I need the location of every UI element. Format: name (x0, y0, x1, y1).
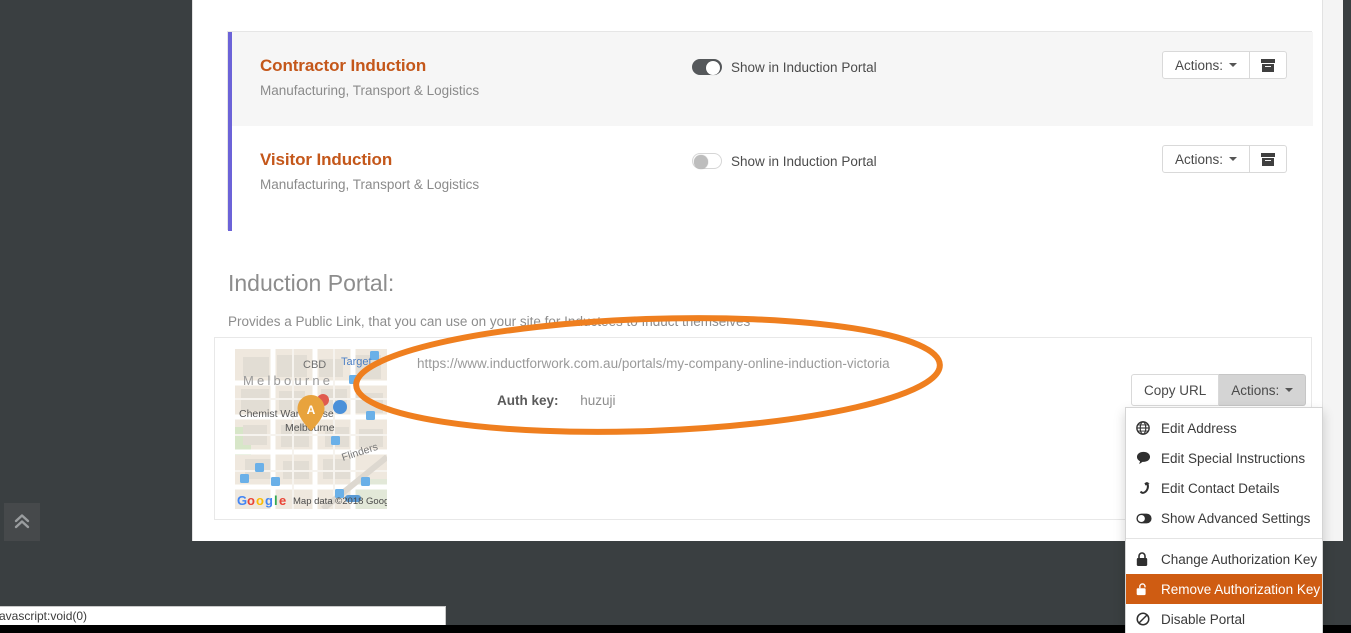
copy-url-button[interactable]: Copy URL (1131, 374, 1220, 406)
menu-divider (1126, 538, 1322, 539)
induction-row[interactable]: Visitor Induction Manufacturing, Transpo… (232, 126, 1313, 231)
menu-item-edit-contact-details[interactable]: Edit Contact Details (1126, 473, 1322, 503)
map-label-cbd: CBD (303, 359, 326, 371)
copy-url-label: Copy URL (1144, 382, 1207, 398)
actions-button[interactable]: Actions: (1161, 51, 1250, 79)
menu-item-disable-portal[interactable]: Disable Portal (1126, 604, 1322, 633)
svg-text:e: e (279, 493, 286, 508)
actions-button-label: Actions: (1174, 151, 1223, 167)
show-in-portal-toggle[interactable] (692, 153, 722, 169)
auth-key-label: Auth key: (497, 393, 559, 408)
portal-actions-label: Actions: (1231, 382, 1280, 398)
induction-subtitle: Manufacturing, Transport & Logistics (260, 83, 480, 98)
induction-subtitle: Manufacturing, Transport & Logistics (260, 177, 480, 192)
portal-actions-dropdown: Edit Address Edit Special Instructions E… (1125, 407, 1323, 633)
induction-portal-heading: Induction Portal: (228, 270, 395, 296)
menu-item-edit-special-instructions[interactable]: Edit Special Instructions (1126, 443, 1322, 473)
chevron-down-icon (1229, 157, 1237, 161)
svg-text:o: o (256, 493, 264, 508)
induction-toggle-group[interactable]: Show in Induction Portal (692, 126, 877, 169)
actions-button-group: Actions: (1161, 145, 1287, 173)
auth-key-row: Auth key: huzuji (497, 393, 616, 408)
ban-icon (1136, 611, 1156, 627)
portal-actions-button[interactable]: Actions: (1219, 374, 1307, 406)
browser-status-bar: avascript:void(0) (0, 606, 446, 625)
lock-closed-icon (1136, 551, 1156, 567)
show-in-portal-toggle[interactable] (692, 59, 722, 75)
induction-title[interactable]: Visitor Induction (260, 150, 662, 170)
toggle-knob (706, 61, 720, 75)
screenshot-root: Contractor Induction Manufacturing, Tran… (0, 0, 1351, 633)
portal-button-group: Copy URL Actions: (1131, 374, 1307, 406)
actions-button-group: Actions: (1161, 51, 1287, 79)
menu-item-label: Change Authorization Key (1161, 551, 1318, 567)
phone-icon (1136, 480, 1156, 496)
menu-item-edit-address[interactable]: Edit Address (1126, 413, 1322, 443)
induction-row-text: Visitor Induction Manufacturing, Transpo… (232, 126, 662, 193)
status-bar-text: avascript:void(0) (0, 609, 88, 623)
google-logo: G o o g l e (237, 493, 286, 508)
browser-chrome-right (1343, 0, 1351, 541)
menu-item-label: Disable Portal (1161, 611, 1246, 627)
induction-row-actions: Actions: (1161, 126, 1313, 173)
archive-button[interactable] (1250, 51, 1287, 79)
map-image: CBD Target Melbourne Chemist Warehouse M… (235, 349, 387, 509)
portal-url-text[interactable]: https://www.inductforwork.com.au/portals… (417, 356, 890, 371)
map-label-target: Target (341, 356, 372, 368)
browser-chrome-left (0, 0, 192, 541)
auth-key-value: huzuji (580, 393, 616, 408)
archive-button[interactable] (1250, 145, 1287, 173)
menu-item-change-authorization-key[interactable]: Change Authorization Key (1126, 544, 1322, 574)
induction-row-actions: Actions: (1161, 32, 1313, 79)
show-in-portal-label: Show in Induction Portal (731, 59, 877, 75)
svg-text:l: l (274, 493, 278, 508)
induction-list-card: Contractor Induction Manufacturing, Tran… (227, 31, 1313, 231)
chevron-down-icon (1285, 388, 1294, 392)
actions-button[interactable]: Actions: (1161, 145, 1250, 173)
induction-title[interactable]: Contractor Induction (260, 56, 662, 76)
map-attribution: Map data ©2018 Google (293, 496, 387, 507)
map-thumbnail[interactable]: CBD Target Melbourne Chemist Warehouse M… (235, 349, 387, 509)
menu-item-remove-authorization-key[interactable]: Remove Authorization Key (1126, 574, 1322, 604)
menu-item-label: Edit Special Instructions (1161, 450, 1306, 466)
svg-text:o: o (247, 493, 255, 508)
map-label-melbourne: Melbourne (243, 373, 333, 388)
chevron-down-icon (1229, 63, 1237, 67)
actions-button-label: Actions: (1174, 57, 1223, 73)
menu-item-show-advanced-settings[interactable]: Show Advanced Settings (1126, 503, 1322, 533)
menu-item-label: Edit Contact Details (1161, 480, 1280, 496)
svg-text:A: A (307, 403, 316, 417)
menu-item-label: Edit Address (1161, 420, 1237, 436)
induction-toggle-group[interactable]: Show in Induction Portal (692, 32, 877, 75)
induction-row-text: Contractor Induction Manufacturing, Tran… (232, 32, 662, 99)
archive-icon (1261, 58, 1275, 72)
globe-icon (1136, 420, 1156, 436)
svg-text:g: g (265, 493, 273, 508)
induction-row[interactable]: Contractor Induction Manufacturing, Tran… (232, 32, 1313, 126)
toggle-knob (694, 155, 708, 169)
archive-icon (1261, 152, 1275, 166)
chevron-double-up-icon (14, 514, 30, 529)
induction-portal-description: Provides a Public Link, that you can use… (228, 314, 751, 329)
svg-text:G: G (237, 493, 247, 508)
menu-item-label: Remove Authorization Key (1161, 581, 1321, 597)
lock-open-icon (1136, 581, 1156, 597)
scroll-to-top-button[interactable] (4, 503, 40, 541)
menu-item-label: Show Advanced Settings (1161, 510, 1311, 526)
show-in-portal-label: Show in Induction Portal (731, 153, 877, 169)
toggle-icon (1136, 510, 1156, 526)
comment-icon (1136, 450, 1156, 466)
